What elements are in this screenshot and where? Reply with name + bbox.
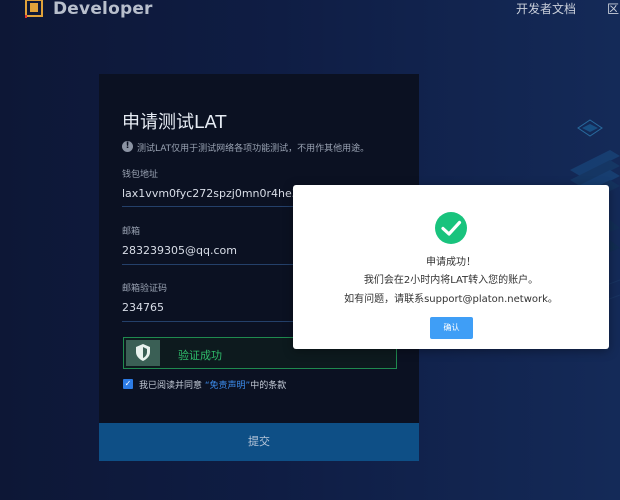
logo-text[interactable]: Developer xyxy=(53,0,153,19)
agree-prefix: 我已阅读并同意 xyxy=(139,381,203,391)
nav-developer-docs[interactable]: 开发者文档 xyxy=(516,0,576,17)
form-hint: 测试LAT仅用于测试网络各项功能测试，不用作其他用途。 xyxy=(137,144,370,154)
agree-terms-text: 我已阅读并同意 “免责声明”中的条款 xyxy=(139,378,286,391)
dialog-message: 我们会在2小时内将LAT转入您的账户。 xyxy=(363,275,539,286)
wallet-address-label: 钱包地址 xyxy=(122,170,159,180)
email-label: 邮箱 xyxy=(122,227,141,237)
wallet-address-underline xyxy=(122,206,302,207)
email-code-input[interactable]: 234765 xyxy=(122,301,312,314)
confirm-button[interactable]: 确认 xyxy=(430,317,473,339)
email-code-label: 邮箱验证码 xyxy=(122,284,168,294)
email-input[interactable]: 283239305@qq.com xyxy=(122,244,312,257)
success-dialog: 申请成功！ 我们会在2小时内将LAT转入您的账户。 如有问题，请联系suppor… xyxy=(293,185,609,349)
verify-status-text: 验证成功 xyxy=(178,349,222,362)
disclaimer-link[interactable]: “免责声明” xyxy=(205,381,250,391)
captcha-shield-badge xyxy=(126,340,160,366)
nav-item-truncated[interactable]: 区 xyxy=(607,0,619,17)
dialog-contact: 如有问题，请联系support@platon.network。 xyxy=(344,294,558,305)
email-underline xyxy=(122,264,302,265)
success-check-icon xyxy=(435,212,467,244)
form-title: 申请测试LAT xyxy=(122,112,227,133)
wallet-address-input[interactable]: lax1vvm0fyc272spzj0mn0r4he3tl2te xyxy=(122,187,312,200)
logo-icon[interactable] xyxy=(25,0,43,18)
shield-icon xyxy=(136,344,150,361)
agree-checkbox[interactable]: ✓ xyxy=(123,379,133,389)
top-header: Developer 开发者文档 区 xyxy=(0,0,620,22)
info-icon: ! xyxy=(122,141,133,152)
dialog-title: 申请成功！ xyxy=(426,257,476,268)
agree-suffix: 中的条款 xyxy=(250,381,287,391)
submit-button[interactable]: 提交 xyxy=(99,423,419,461)
email-code-underline xyxy=(122,321,302,322)
